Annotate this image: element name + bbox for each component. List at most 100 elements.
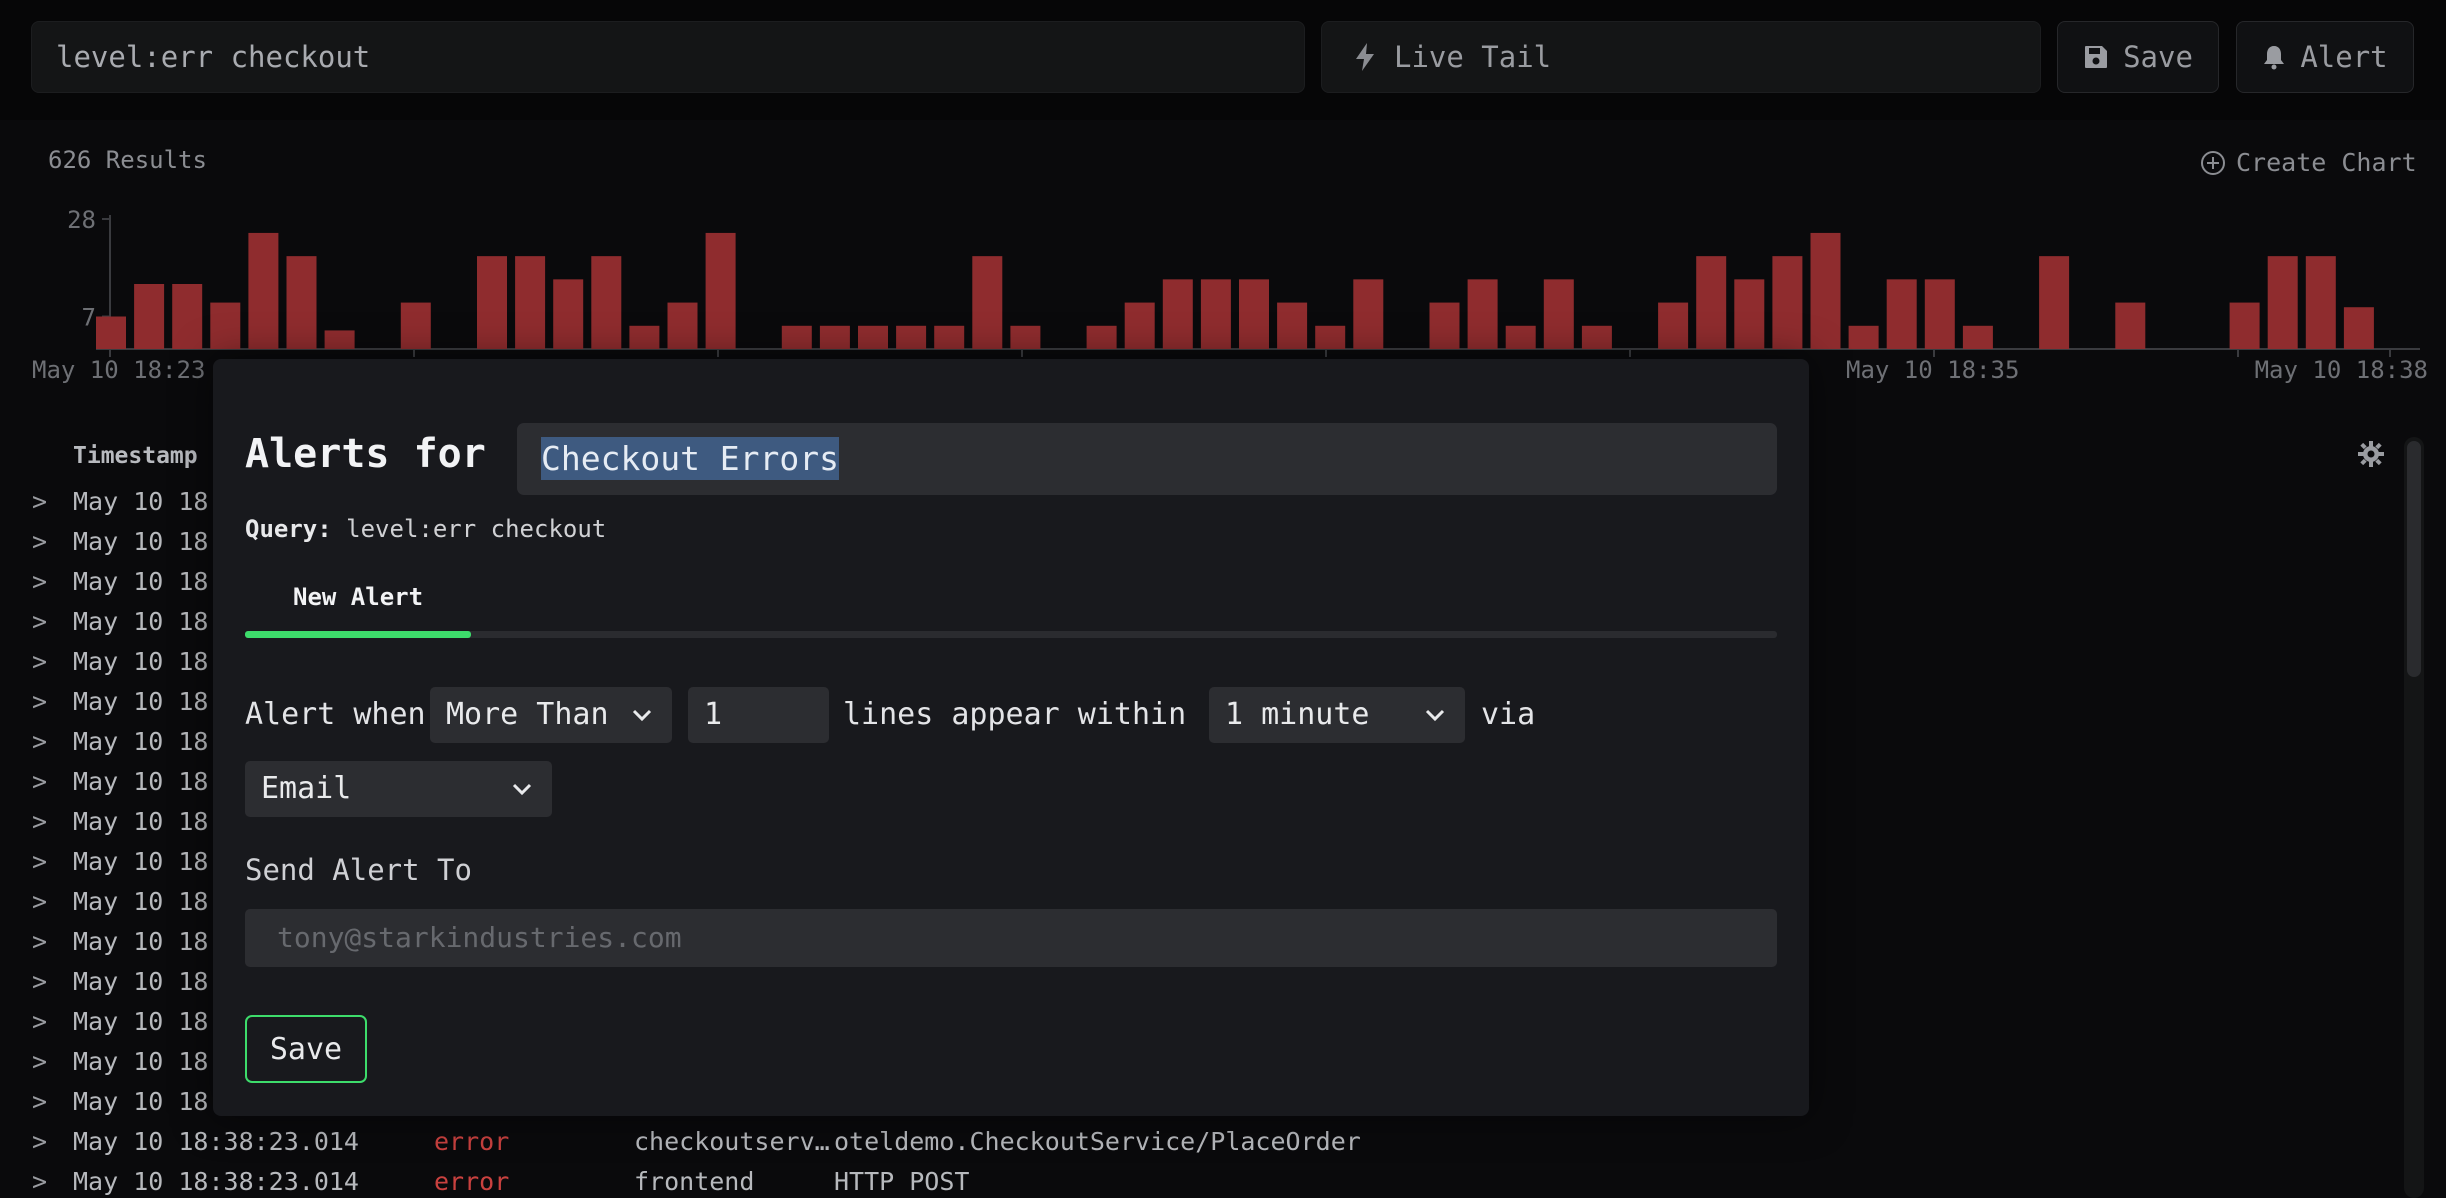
histogram-bar[interactable] xyxy=(629,325,660,349)
histogram-bar[interactable] xyxy=(781,325,812,349)
plus-circle-icon xyxy=(2201,150,2225,175)
expand-chevron-icon[interactable]: > xyxy=(32,482,47,522)
threshold-input[interactable]: 1 xyxy=(688,687,829,743)
table-row[interactable]: > May 10 18:38:23.014 error frontend HTTP PO… xyxy=(0,1162,2400,1198)
x-tick-label: May 10 18:23 xyxy=(32,356,205,384)
condition-value: More Than xyxy=(446,697,609,732)
histogram-bar[interactable] xyxy=(324,330,355,349)
tab-new-alert[interactable]: New Alert xyxy=(293,583,423,611)
histogram-bar[interactable] xyxy=(819,325,850,349)
condition-select[interactable]: More Than xyxy=(430,687,672,743)
live-tail-button[interactable]: Live Tail xyxy=(1321,21,2041,93)
table-row[interactable]: > May 10 18:38:23.014 error checkoutserv… ot… xyxy=(0,1122,2400,1162)
histogram-bar[interactable] xyxy=(1162,279,1193,349)
alert-button[interactable]: Alert xyxy=(2236,21,2414,93)
histogram-bar[interactable] xyxy=(667,302,698,349)
search-query-input[interactable]: level:err checkout xyxy=(31,21,1305,93)
tab-track xyxy=(245,631,1777,638)
expand-chevron-icon[interactable]: > xyxy=(32,802,47,842)
histogram-bar[interactable] xyxy=(934,325,965,349)
histogram-bar[interactable] xyxy=(1124,302,1155,349)
histogram-bar[interactable] xyxy=(1772,256,1803,349)
histogram-bar[interactable] xyxy=(515,256,546,349)
histogram-bar[interactable] xyxy=(1734,279,1765,349)
histogram-bar[interactable] xyxy=(286,256,317,349)
histogram-bar[interactable] xyxy=(1010,325,1041,349)
histogram-bar[interactable] xyxy=(2039,256,2070,349)
histogram-bar[interactable] xyxy=(1848,325,1879,349)
alert-name-input[interactable]: Checkout Errors xyxy=(517,423,1777,495)
row-service: checkoutserv… xyxy=(634,1127,830,1156)
expand-chevron-icon[interactable]: > xyxy=(32,522,47,562)
email-field[interactable]: tony@starkindustries.com xyxy=(245,909,1777,967)
log-scrollbar[interactable] xyxy=(2404,437,2424,1198)
save-alert-button[interactable]: Save xyxy=(245,1015,367,1083)
histogram-bar[interactable] xyxy=(1696,256,1727,349)
histogram-bar[interactable] xyxy=(1658,302,1689,349)
create-chart-button[interactable]: Create Chart xyxy=(2200,148,2417,177)
save-search-button[interactable]: Save xyxy=(2057,21,2219,93)
expand-chevron-icon[interactable]: > xyxy=(32,682,47,722)
histogram-bar[interactable] xyxy=(2115,302,2146,349)
histogram-bar[interactable] xyxy=(1924,279,1955,349)
expand-chevron-icon[interactable]: > xyxy=(32,1002,47,1042)
histogram-bar[interactable] xyxy=(1505,325,1536,349)
histogram-bar[interactable] xyxy=(1581,325,1612,349)
histogram-bar[interactable] xyxy=(2305,256,2336,349)
histogram-bar[interactable] xyxy=(1810,232,1841,349)
histogram-bar[interactable] xyxy=(1962,325,1993,349)
y-tick-label: 7 xyxy=(82,304,96,332)
histogram-bar[interactable] xyxy=(172,284,203,349)
histogram-bar[interactable] xyxy=(972,256,1003,349)
histogram-bar[interactable] xyxy=(96,316,126,350)
expand-chevron-icon[interactable]: > xyxy=(32,1082,47,1122)
histogram-bar[interactable] xyxy=(248,232,279,349)
x-tick-label: May 10 18:35 xyxy=(1846,356,2019,384)
row-timestamp: May 10 18: xyxy=(73,567,224,596)
histogram-bar[interactable] xyxy=(1239,279,1269,349)
histogram-bar[interactable] xyxy=(1277,302,1308,349)
expand-chevron-icon[interactable]: > xyxy=(32,1162,47,1198)
column-header-timestamp[interactable]: Timestamp xyxy=(73,443,198,469)
histogram-bar[interactable] xyxy=(477,256,507,349)
expand-chevron-icon[interactable]: > xyxy=(32,1042,47,1082)
histogram-bar[interactable] xyxy=(1429,302,1460,349)
histogram-bar[interactable] xyxy=(1315,325,1346,349)
expand-chevron-icon[interactable]: > xyxy=(32,922,47,962)
expand-chevron-icon[interactable]: > xyxy=(32,1122,47,1162)
expand-chevron-icon[interactable]: > xyxy=(32,642,47,682)
histogram-bar[interactable] xyxy=(1086,325,1117,349)
expand-chevron-icon[interactable]: > xyxy=(32,762,47,802)
expand-chevron-icon[interactable]: > xyxy=(32,722,47,762)
row-message: oteldemo.CheckoutService/PlaceOrder xyxy=(834,1127,1361,1156)
histogram-bar[interactable] xyxy=(858,325,888,349)
histogram-bar[interactable] xyxy=(210,302,241,349)
histogram-bar[interactable] xyxy=(1353,279,1384,349)
window-select[interactable]: 1 minute xyxy=(1209,687,1465,743)
histogram-bar[interactable] xyxy=(1543,279,1574,349)
scrollbar-thumb[interactable] xyxy=(2407,441,2421,677)
histogram-bar[interactable] xyxy=(134,284,165,349)
row-level: error xyxy=(434,1167,510,1196)
histogram-bar[interactable] xyxy=(400,302,431,349)
expand-chevron-icon[interactable]: > xyxy=(32,562,47,602)
histogram-bar[interactable] xyxy=(1467,279,1498,349)
histogram-bar[interactable] xyxy=(2267,256,2298,349)
histogram-bar[interactable] xyxy=(591,256,622,349)
expand-chevron-icon[interactable]: > xyxy=(32,602,47,642)
expand-chevron-icon[interactable]: > xyxy=(32,842,47,882)
histogram-bar[interactable] xyxy=(705,232,736,349)
channel-select[interactable]: Email xyxy=(245,761,552,817)
gear-icon[interactable] xyxy=(2357,440,2385,472)
histogram-bar[interactable] xyxy=(2229,302,2260,349)
alert-name-value: Checkout Errors xyxy=(541,437,840,480)
expand-chevron-icon[interactable]: > xyxy=(32,882,47,922)
histogram-bar[interactable] xyxy=(1886,279,1917,349)
histogram-bar[interactable] xyxy=(1200,279,1231,349)
histogram-bar[interactable] xyxy=(553,279,584,349)
save-search-label: Save xyxy=(2123,40,2193,74)
expand-chevron-icon[interactable]: > xyxy=(32,962,47,1002)
histogram-bar[interactable] xyxy=(2343,307,2374,349)
histogram-bar[interactable] xyxy=(896,325,927,349)
lines-appear-label: lines appear within xyxy=(843,697,1187,732)
